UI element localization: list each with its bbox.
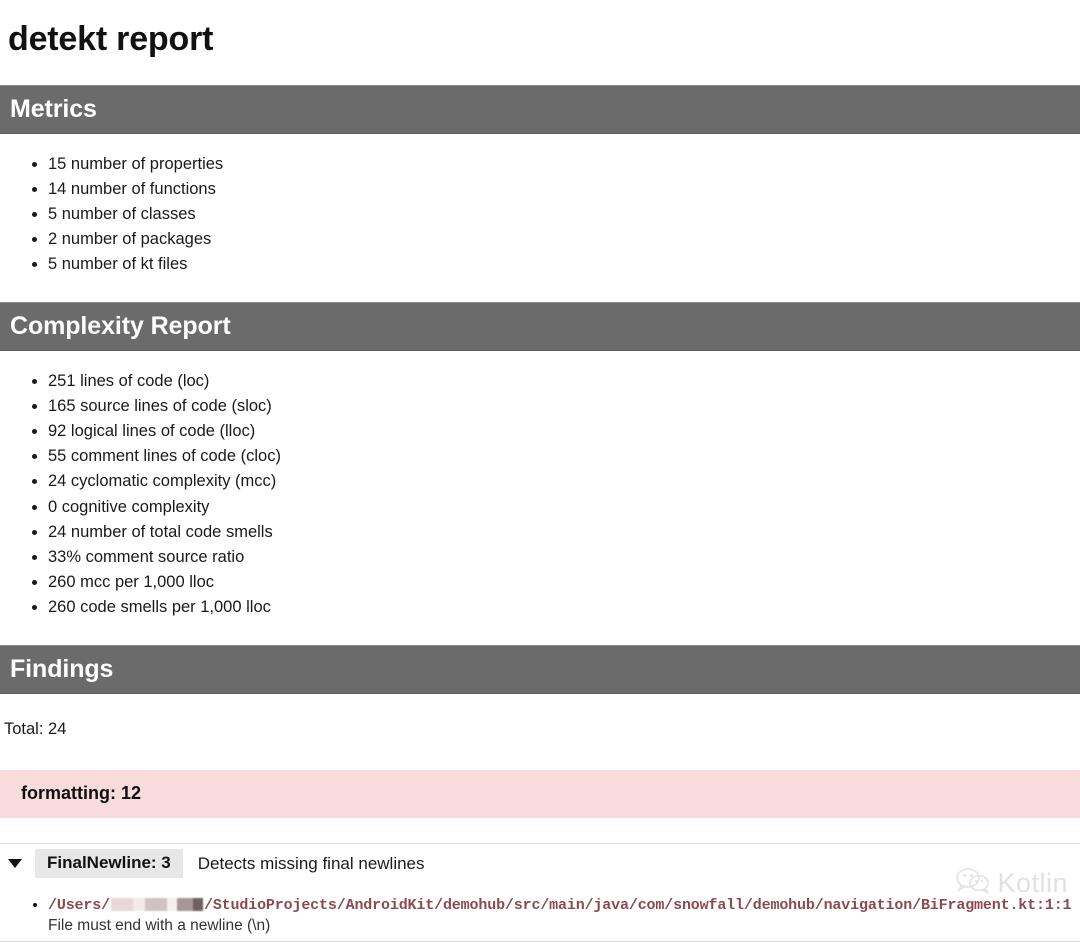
findings-total: Total: 24 (4, 719, 67, 738)
rule-block-finalnewline: FinalNewline: 3 Detects missing final ne… (0, 842, 1080, 942)
section-title-findings: Findings (10, 654, 114, 683)
list-item: 55 comment lines of code (cloc) (48, 444, 1080, 469)
page-title: detekt report (8, 20, 214, 58)
list-item: 24 number of total code smells (48, 520, 1080, 545)
detekt-report-page: detekt report Metrics 15 number of prope… (0, 0, 1080, 942)
section-header-metrics: Metrics (0, 84, 1080, 134)
list-item: 24 cyclomatic complexity (mcc) (48, 469, 1080, 494)
list-item: 251 lines of code (loc) (48, 369, 1080, 394)
list-item: 15 number of properties (48, 152, 1080, 177)
finding-path-suffix: /StudioProjects/AndroidKit/demohub/src/m… (203, 896, 1072, 914)
finding-message: File must end with a newline (\n) (48, 916, 271, 934)
ruleset-banner-formatting: formatting: 12 (0, 769, 1080, 818)
list-item: 260 mcc per 1,000 lloc (48, 570, 1080, 595)
list-item: 165 source lines of code (sloc) (48, 394, 1080, 419)
chevron-down-icon[interactable] (8, 859, 22, 869)
rule-chip-count: FinalNewline: 3 (35, 849, 183, 879)
section-title-metrics: Metrics (10, 94, 97, 123)
section-title-complexity: Complexity Report (10, 311, 231, 340)
list-item: 92 logical lines of code (lloc) (48, 419, 1080, 444)
list-item: 14 number of functions (48, 177, 1080, 202)
ruleset-label: formatting: 12 (21, 783, 142, 804)
rule-summary-toggle[interactable]: FinalNewline: 3 Detects missing final ne… (0, 844, 1080, 884)
list-item: 2 number of packages (48, 227, 1080, 252)
finding-path-prefix: /Users/ (48, 896, 110, 914)
list-item: /Users/ /StudioProjects/AndroidKit/demohu… (48, 896, 1080, 935)
section-header-complexity: Complexity Report (0, 301, 1080, 351)
finding-entries-list: /Users/ /StudioProjects/AndroidKit/demohu… (0, 896, 1080, 935)
list-item: 260 code smells per 1,000 lloc (48, 595, 1080, 620)
metrics-list: 15 number of properties 14 number of fun… (0, 152, 1080, 278)
list-item: 5 number of classes (48, 202, 1080, 227)
section-header-findings: Findings (0, 644, 1080, 694)
redacted-username-blur (110, 898, 203, 912)
rule-description: Detects missing final newlines (197, 853, 425, 873)
complexity-list: 251 lines of code (loc) 165 source lines… (0, 369, 1080, 621)
finding-file-path[interactable]: /Users/ /StudioProjects/AndroidKit/demohu… (48, 897, 1080, 914)
list-item: 33% comment source ratio (48, 545, 1080, 570)
list-item: 0 cognitive complexity (48, 495, 1080, 520)
list-item: 5 number of kt files (48, 252, 1080, 277)
